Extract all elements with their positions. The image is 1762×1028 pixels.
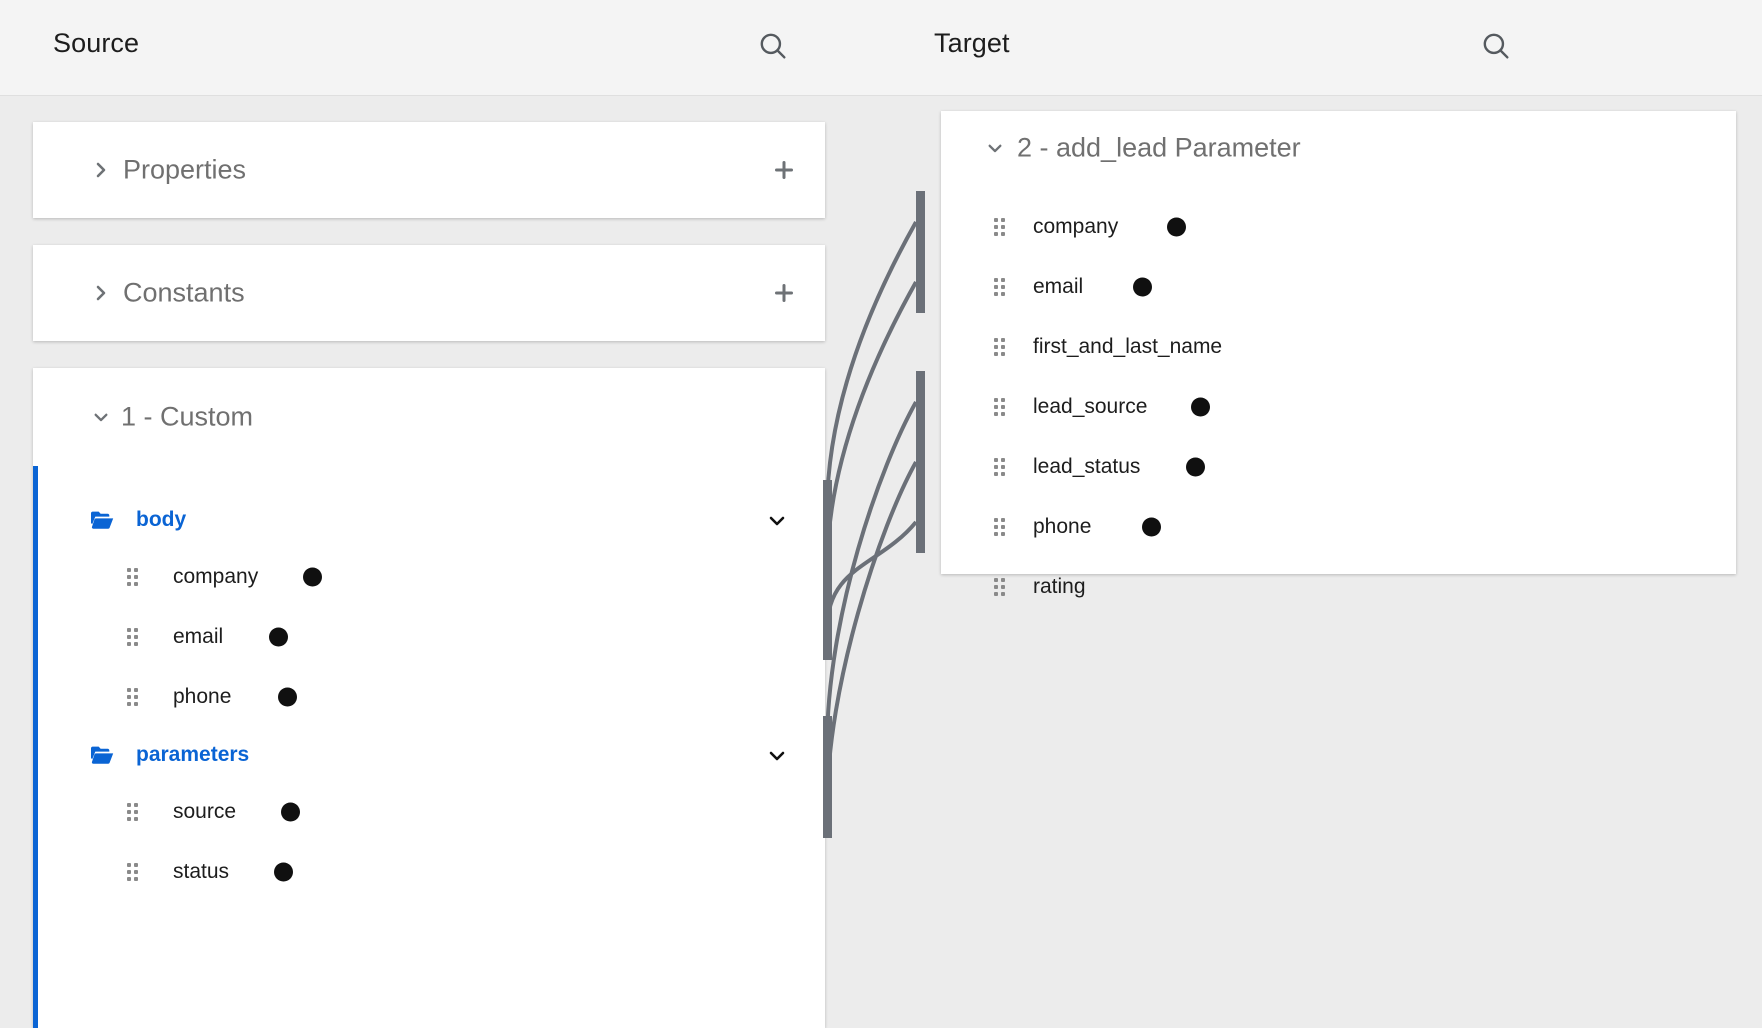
- field-label-target-company: company: [1033, 215, 1119, 238]
- folder-label-body: body: [136, 508, 187, 531]
- drag-handle-icon[interactable]: [994, 518, 1006, 536]
- connection-dot-parameters-source[interactable]: [281, 802, 300, 822]
- chevron-right-icon: [93, 162, 109, 178]
- field-label-target-rating: rating: [1033, 575, 1086, 598]
- field-row-target-lead-source[interactable]: lead_source: [941, 384, 1736, 430]
- field-row-target-email[interactable]: email: [941, 264, 1736, 310]
- field-label-target-lead-source: lead_source: [1033, 395, 1148, 418]
- target-group-label: 2 - add_lead Parameter: [1017, 132, 1301, 163]
- field-row-target-lead-status[interactable]: lead_status: [941, 444, 1736, 490]
- connection-dot-body-company[interactable]: [303, 567, 322, 587]
- field-row-target-phone[interactable]: phone: [941, 504, 1736, 550]
- target-pane: 2 - add_lead Parameter company email fir…: [881, 96, 1762, 968]
- connection-dot-parameters-status[interactable]: [274, 862, 293, 882]
- drag-handle-icon[interactable]: [127, 688, 139, 706]
- field-row-target-company[interactable]: company: [941, 204, 1736, 250]
- chevron-down-icon: [987, 140, 1003, 156]
- drag-handle-icon[interactable]: [127, 803, 139, 821]
- field-row-body-phone[interactable]: phone: [33, 674, 825, 720]
- add-property-button[interactable]: [769, 155, 799, 185]
- chevron-down-icon[interactable]: [768, 511, 786, 529]
- connection-dot-target-lead-status[interactable]: [1186, 457, 1205, 477]
- properties-header[interactable]: Properties: [33, 122, 825, 218]
- field-row-body-company[interactable]: company: [33, 554, 825, 600]
- chevron-right-icon: [93, 285, 109, 301]
- source-section-properties[interactable]: Properties: [33, 122, 825, 218]
- field-row-parameters-status[interactable]: status: [33, 849, 825, 895]
- drag-handle-icon[interactable]: [127, 863, 139, 881]
- chevron-down-icon[interactable]: [768, 746, 786, 764]
- source-search-icon[interactable]: [756, 29, 790, 63]
- chevron-down-icon: [93, 409, 109, 425]
- folder-row-parameters[interactable]: parameters: [33, 727, 825, 783]
- drag-handle-icon[interactable]: [127, 568, 139, 586]
- connection-dot-target-email[interactable]: [1133, 277, 1152, 297]
- custom-header[interactable]: 1 - Custom: [33, 368, 825, 466]
- add-constant-button[interactable]: [769, 278, 799, 308]
- field-label-target-phone: phone: [1033, 515, 1092, 538]
- target-group-header[interactable]: 2 - add_lead Parameter: [941, 111, 1736, 185]
- connection-dot-body-phone[interactable]: [278, 687, 297, 707]
- folder-label-parameters: parameters: [136, 743, 250, 766]
- folder-row-body[interactable]: body: [33, 492, 825, 548]
- connection-dot-target-phone[interactable]: [1142, 517, 1161, 537]
- drag-handle-icon[interactable]: [994, 278, 1006, 296]
- custom-label: 1 - Custom: [121, 401, 254, 432]
- source-section-custom: 1 - Custom body company email phone para…: [33, 368, 825, 1028]
- drag-handle-icon[interactable]: [994, 458, 1006, 476]
- field-row-target-first-and-last-name[interactable]: first_and_last_name: [941, 324, 1736, 370]
- top-header: Source Target: [0, 0, 1762, 96]
- source-pane: Properties Constants 1 - Custom body com…: [0, 96, 881, 1028]
- field-label-parameters-source: source: [173, 800, 237, 823]
- folder-open-icon: [90, 745, 114, 765]
- drag-handle-icon[interactable]: [994, 338, 1006, 356]
- field-label-body-company: company: [173, 565, 259, 588]
- field-row-body-email[interactable]: email: [33, 614, 825, 660]
- connection-dot-body-email[interactable]: [269, 627, 288, 647]
- field-label-parameters-status: status: [173, 860, 230, 883]
- field-label-body-email: email: [173, 625, 224, 648]
- constants-header[interactable]: Constants: [33, 245, 825, 341]
- source-section-constants[interactable]: Constants: [33, 245, 825, 341]
- field-row-target-rating[interactable]: rating: [941, 564, 1736, 610]
- field-row-parameters-source[interactable]: source: [33, 789, 825, 835]
- connection-dot-target-company[interactable]: [1167, 217, 1186, 237]
- field-label-body-phone: phone: [173, 685, 232, 708]
- connection-dot-target-lead-source[interactable]: [1191, 397, 1210, 417]
- constants-label: Constants: [123, 277, 245, 308]
- drag-handle-icon[interactable]: [994, 218, 1006, 236]
- folder-open-icon: [90, 510, 114, 530]
- properties-label: Properties: [123, 154, 247, 185]
- target-header: Target: [881, 0, 1762, 95]
- drag-handle-icon[interactable]: [994, 578, 1006, 596]
- field-label-target-lead-status: lead_status: [1033, 455, 1141, 478]
- field-label-target-email: email: [1033, 275, 1084, 298]
- target-pane-title: Target: [934, 28, 1010, 58]
- target-group-add-lead: 2 - add_lead Parameter company email fir…: [941, 111, 1736, 598]
- field-label-target-first-and-last-name: first_and_last_name: [1033, 335, 1223, 358]
- source-pane-title: Source: [53, 28, 140, 58]
- source-header: Source: [0, 0, 881, 95]
- drag-handle-icon[interactable]: [127, 628, 139, 646]
- target-search-icon[interactable]: [1479, 29, 1513, 63]
- drag-handle-icon[interactable]: [994, 398, 1006, 416]
